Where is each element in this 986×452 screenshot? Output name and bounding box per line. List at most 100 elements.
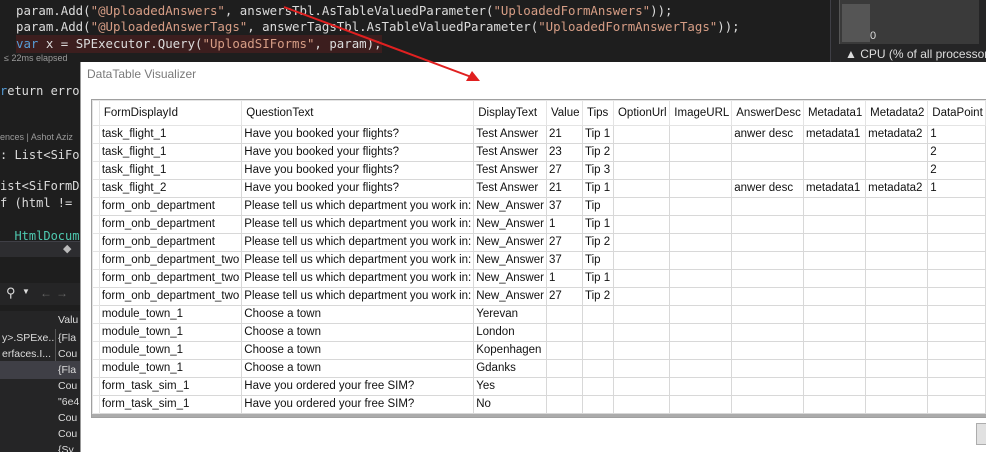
table-cell[interactable]: 2 — [927, 161, 986, 180]
search-icon[interactable]: ⚲ — [6, 285, 16, 301]
table-cell[interactable] — [865, 251, 929, 270]
table-cell[interactable]: Tip 2 — [581, 143, 614, 162]
table-cell[interactable]: 1 — [545, 215, 583, 234]
table-cell[interactable] — [802, 251, 867, 270]
table-cell[interactable]: form_task_sim_1 — [98, 377, 243, 396]
column-header[interactable]: Metadata2 — [865, 100, 929, 126]
table-cell[interactable] — [927, 197, 986, 216]
table-cell[interactable]: Tip — [581, 197, 614, 216]
table-cell[interactable]: Please tell us which department you work… — [241, 197, 475, 216]
table-cell[interactable] — [865, 305, 929, 324]
row-header[interactable] — [92, 161, 100, 180]
table-cell[interactable]: Tip 2 — [581, 233, 614, 252]
table-cell[interactable]: New_Answer — [473, 233, 547, 252]
table-cell[interactable] — [731, 395, 804, 414]
table-cell[interactable] — [865, 215, 929, 234]
table-cell[interactable]: 2 — [927, 143, 986, 162]
table-cell[interactable] — [865, 377, 929, 396]
row-header[interactable] — [92, 341, 100, 360]
close-button[interactable] — [976, 423, 986, 445]
table-row[interactable]: form_task_sim_1 Have you ordered your fre… — [92, 395, 986, 414]
code-line-2[interactable]: param.Add("@UploadedAnswerTags", answerT… — [16, 18, 740, 36]
table-cell[interactable]: Have you booked your flights? — [241, 161, 475, 180]
table-cell[interactable] — [802, 161, 867, 180]
table-cell[interactable]: New_Answer — [473, 251, 547, 270]
table-cell[interactable] — [669, 215, 733, 234]
table-cell[interactable]: 1 — [545, 269, 583, 288]
table-cell[interactable] — [581, 377, 614, 396]
table-cell[interactable] — [612, 197, 671, 216]
table-cell[interactable]: Tip 1 — [581, 269, 614, 288]
column-header[interactable]: Tips — [581, 100, 614, 126]
table-cell[interactable]: Choose a town — [241, 341, 475, 360]
table-cell[interactable]: Test Answer — [473, 125, 547, 144]
table-cell[interactable] — [731, 215, 804, 234]
table-cell[interactable]: Have you booked your flights? — [241, 179, 475, 198]
data-grid[interactable]: FormDisplayId QuestionText DisplayText Valu… — [91, 99, 986, 418]
table-cell[interactable] — [545, 341, 583, 360]
table-row[interactable]: form_onb_department_two Please tell us wh… — [92, 251, 986, 270]
table-cell[interactable] — [731, 269, 804, 288]
table-cell[interactable] — [581, 323, 614, 342]
table-cell[interactable]: 27 — [545, 161, 583, 180]
table-cell[interactable]: Tip — [581, 251, 614, 270]
chevron-down-icon[interactable]: ▼ — [22, 287, 30, 296]
table-cell[interactable] — [927, 305, 986, 324]
table-cell[interactable]: Test Answer — [473, 179, 547, 198]
table-cell[interactable] — [612, 215, 671, 234]
table-cell[interactable] — [865, 287, 929, 306]
table-cell[interactable]: form_task_sim_1 — [98, 395, 243, 414]
code-editor[interactable]: param.Add("@UploadedAnswers", answersTbl… — [0, 0, 830, 64]
table-cell[interactable]: New_Answer — [473, 269, 547, 288]
table-cell[interactable] — [581, 305, 614, 324]
table-cell[interactable] — [545, 305, 583, 324]
table-cell[interactable]: Choose a town — [241, 323, 475, 342]
table-cell[interactable] — [802, 197, 867, 216]
table-cell[interactable]: No — [473, 395, 547, 414]
row-header[interactable] — [92, 233, 100, 252]
table-cell[interactable]: Tip 1 — [581, 125, 614, 144]
row-header[interactable] — [92, 377, 100, 396]
table-cell[interactable] — [669, 395, 733, 414]
table-cell[interactable] — [669, 143, 733, 162]
table-cell[interactable] — [612, 359, 671, 378]
table-cell[interactable]: New_Answer — [473, 215, 547, 234]
table-cell[interactable]: Please tell us which department you work… — [241, 251, 475, 270]
table-cell[interactable] — [669, 233, 733, 252]
table-cell[interactable]: form_onb_department — [98, 197, 243, 216]
table-cell[interactable]: Kopenhagen — [473, 341, 547, 360]
table-cell[interactable]: 37 — [545, 197, 583, 216]
table-cell[interactable]: metadata2 — [865, 125, 929, 144]
table-cell[interactable]: Gdanks — [473, 359, 547, 378]
table-row[interactable]: task_flight_1 Have you booked your flight… — [92, 125, 986, 144]
table-cell[interactable]: Tip 1 — [581, 215, 614, 234]
table-cell[interactable] — [612, 377, 671, 396]
table-cell[interactable] — [927, 215, 986, 234]
table-cell[interactable]: Please tell us which department you work… — [241, 287, 475, 306]
table-cell[interactable]: Choose a town — [241, 359, 475, 378]
table-cell[interactable]: form_onb_department_two — [98, 287, 243, 306]
table-cell[interactable] — [669, 359, 733, 378]
table-cell[interactable] — [731, 161, 804, 180]
table-cell[interactable]: module_town_1 — [98, 341, 243, 360]
table-cell[interactable] — [927, 269, 986, 288]
navigation-arrows[interactable]: ←→ — [40, 286, 72, 300]
table-cell[interactable] — [731, 377, 804, 396]
table-cell[interactable] — [865, 341, 929, 360]
column-header[interactable]: FormDisplayId — [98, 100, 243, 126]
table-cell[interactable] — [669, 179, 733, 198]
table-cell[interactable]: task_flight_1 — [98, 143, 243, 162]
table-cell[interactable]: metadata2 — [865, 179, 929, 198]
column-header[interactable]: AnswerDesc — [731, 100, 804, 126]
table-cell[interactable] — [802, 233, 867, 252]
row-header[interactable] — [92, 125, 100, 144]
table-cell[interactable] — [802, 341, 867, 360]
table-cell[interactable] — [612, 395, 671, 414]
arrow-left-icon[interactable]: ← — [40, 286, 56, 300]
table-cell[interactable] — [612, 179, 671, 198]
table-cell[interactable] — [802, 143, 867, 162]
table-cell[interactable] — [669, 269, 733, 288]
table-cell[interactable] — [669, 287, 733, 306]
table-cell[interactable]: Tip 1 — [581, 179, 614, 198]
column-header[interactable]: Metadata1 — [802, 100, 867, 126]
